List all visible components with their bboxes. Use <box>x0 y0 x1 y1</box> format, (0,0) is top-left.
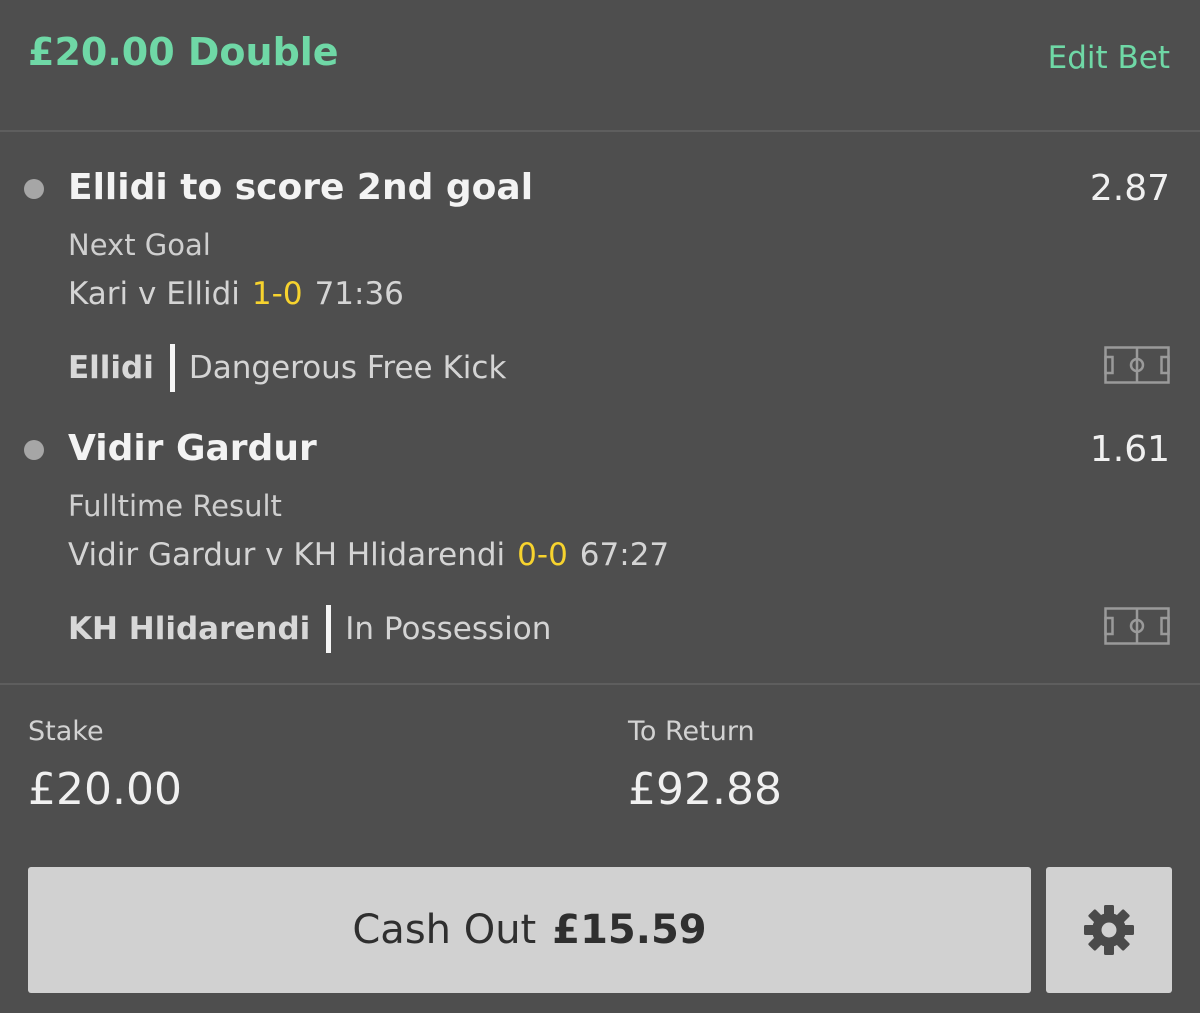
cash-out-amount: £15.59 <box>552 907 707 953</box>
stake-value: £20.00 <box>28 764 182 815</box>
live-event: Ellidi Dangerous Free Kick <box>68 344 506 392</box>
divider <box>0 683 1200 685</box>
selection-odds: 1.61 <box>1089 429 1170 470</box>
pitch-icon[interactable] <box>1104 607 1170 645</box>
return-value: £92.88 <box>628 764 782 815</box>
match-teams: Kari v Ellidi <box>68 276 240 312</box>
cash-out-settings-button[interactable] <box>1046 867 1172 993</box>
bet-title: £20.00 Double <box>28 30 339 74</box>
return-label: To Return <box>628 716 755 747</box>
event-text: Dangerous Free Kick <box>188 350 507 386</box>
divider <box>0 130 1200 132</box>
selection-odds: 2.87 <box>1089 168 1170 209</box>
live-event: KH Hlidarendi In Possession <box>68 605 551 653</box>
event-team: Ellidi <box>68 350 154 386</box>
selection-match: Vidir Gardur v KH Hlidarendi 0-0 67:27 <box>68 537 669 573</box>
match-score: 0-0 <box>517 537 568 573</box>
selection-name: Vidir Gardur <box>68 428 317 469</box>
bet-card: £20.00 Double Edit Bet Ellidi to score 2… <box>0 0 1200 1013</box>
cash-out-button[interactable]: Cash Out £15.59 <box>28 867 1031 993</box>
event-team: KH Hlidarendi <box>68 611 311 647</box>
edit-bet-link[interactable]: Edit Bet <box>1048 40 1170 76</box>
gear-icon <box>1084 905 1134 955</box>
bet-header: £20.00 Double Edit Bet <box>0 0 1200 130</box>
match-clock: 67:27 <box>579 537 670 573</box>
match-score: 1-0 <box>251 276 303 312</box>
event-divider <box>326 605 332 653</box>
event-divider <box>169 344 175 392</box>
pitch-icon[interactable] <box>1104 346 1170 384</box>
selection-bullet-icon <box>24 179 44 199</box>
match-teams: Vidir Gardur v KH Hlidarendi <box>68 537 506 573</box>
selection-bullet-icon <box>24 440 44 460</box>
selection-name: Ellidi to score 2nd goal <box>68 167 534 208</box>
selection-market: Fulltime Result <box>68 489 282 523</box>
cash-out-label: Cash Out <box>352 907 537 953</box>
selection-market: Next Goal <box>68 228 211 262</box>
match-clock: 71:36 <box>314 276 404 312</box>
selection-match: Kari v Ellidi 1-0 71:36 <box>68 276 404 312</box>
event-text: In Possession <box>345 611 552 647</box>
stake-label: Stake <box>28 716 104 747</box>
